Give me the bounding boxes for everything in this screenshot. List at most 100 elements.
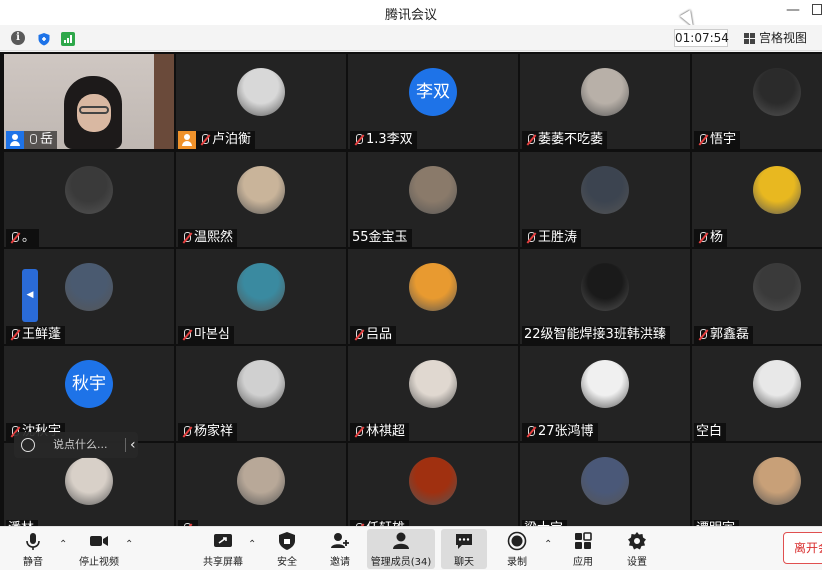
mute-button[interactable]: 静音 [14,529,52,569]
participant-tile[interactable]: 谭明宇 [692,443,822,526]
participant-tile[interactable] [176,443,346,526]
avatar [237,457,285,505]
participant-name: 温熙然 [194,230,234,245]
participant-tile[interactable]: 王胜涛 [520,152,690,247]
participant-name: 郭鑫磊 [710,327,750,342]
mic-muted-icon [181,425,193,439]
participant-tile[interactable]: 22级智能焊接3班韩洪臻 [520,249,690,344]
participant-tile[interactable]: 李双 1.3李双 [348,54,518,149]
share-screen-button[interactable]: 共享屏幕 [200,529,246,569]
avatar [65,263,113,311]
participant-name: 岳 [40,132,54,147]
microphone-icon [27,133,39,147]
manage-members-button[interactable]: 管理成员(34) [367,529,435,569]
window-title: 腾讯会议 [384,8,437,23]
participant-tile[interactable]: 秋宇沈秋宇 [4,346,174,441]
avatar [237,263,285,311]
settings-button[interactable]: 设置 [622,529,652,569]
participant-tile[interactable]: 杨 [692,152,822,247]
mic-muted-icon [525,133,537,147]
maximize-icon[interactable] [812,4,822,15]
mic-muted-icon [697,231,709,245]
avatar [581,360,629,408]
participant-name: 王胜涛 [538,230,578,245]
avatar: 李双 [409,68,457,116]
collapse-sidebar-handle[interactable]: ◀ [22,269,38,322]
chevron-up-icon[interactable]: ⌃ [248,539,256,550]
leave-meeting-button[interactable]: 离开会 [783,532,822,564]
participant-tile[interactable]: 。 [4,152,174,247]
participant-name: 杨家祥 [194,424,234,439]
participant-nameplate: 吕品 [350,326,397,344]
mic-muted-icon [353,328,365,342]
participant-tile[interactable]: 吕品 [348,249,518,344]
members-icon [391,531,411,551]
microphone-icon [23,531,43,551]
participant-tile[interactable]: 梁士宝 [520,443,690,526]
participant-name: 。 [22,230,36,245]
avatar [581,68,629,116]
shield-icon[interactable] [37,31,51,46]
stop-video-button[interactable]: 停止视频 [76,529,122,569]
gallery-view-button[interactable]: 宫格视图 [740,29,822,47]
participant-name: 王鲜蓬 [22,327,62,342]
minimize-icon[interactable]: — [786,2,800,18]
security-label: 安全 [277,557,297,568]
participant-tile[interactable]: 萎萎不吃萎 [520,54,690,149]
participant-tile[interactable]: 任轩雄 [348,443,518,526]
participant-tile[interactable]: 55金宝玉 [348,152,518,247]
participant-tile[interactable]: 27张鸿博 [520,346,690,441]
avatar [753,68,801,116]
apps-button[interactable]: 应用 [568,529,598,569]
participant-nameplate: 杨 [694,229,728,247]
info-icon[interactable]: i [11,31,25,45]
security-button[interactable]: 安全 [270,529,304,569]
security-shield-icon [277,531,297,551]
participant-name: 22级智能焊接3班韩洪臻 [524,327,666,342]
apps-label: 应用 [573,557,593,568]
signal-icon[interactable] [61,31,75,46]
participant-nameplate: 卢泊衡 [178,131,256,149]
participant-tile[interactable]: 杨家祥 [176,346,346,441]
participant-tile[interactable]: 空白 [692,346,822,441]
chat-label: 聊天 [454,557,474,568]
quick-chat-popup[interactable]: 说点什么... ‹ [14,432,138,458]
participant-tile[interactable]: 悟宇 [692,54,822,149]
participant-nameplate: 55金宝玉 [350,229,412,247]
chat-button[interactable]: 聊天 [441,529,487,569]
invite-button[interactable]: 邀请 [322,529,358,569]
apps-grid-icon [573,531,593,551]
mic-muted-icon [353,425,365,439]
participant-tile[interactable]: 林祺超 [348,346,518,441]
settings-label: 设置 [627,557,647,568]
mic-muted-icon [181,328,193,342]
bottom-toolbar: 静音 ⌃ 停止视频 ⌃ 共享屏幕 ⌃ 安全 邀请 管理成员(34) 聊天 录制 … [0,526,822,570]
chevron-left-icon[interactable]: ‹ [130,432,136,458]
participant-tile[interactable]: 郭鑫磊 [692,249,822,344]
participant-nameplate: 空白 [694,423,727,441]
participant-tile[interactable]: 卢泊衡 [176,54,346,149]
participant-tile[interactable]: 温熙然 [176,152,346,247]
participant-nameplate: 마본심 [178,326,234,344]
participant-name: 萎萎不吃萎 [538,132,604,147]
participant-tile[interactable]: 岳 [4,54,174,149]
mute-label: 静音 [23,557,43,568]
chevron-up-icon[interactable]: ⌃ [59,539,67,550]
record-button[interactable]: 录制 [502,529,532,569]
chat-bubble-icon [454,531,474,551]
chat-input-placeholder[interactable]: 说点什么... [53,432,108,458]
participant-nameplate: 。 [6,229,40,247]
mic-muted-icon [697,328,709,342]
participant-name: 마본심 [194,327,230,342]
participant-tile[interactable]: 마본심 [176,249,346,344]
chevron-up-icon[interactable]: ⌃ [544,539,552,550]
participant-name: 吕品 [366,327,393,342]
gear-icon [627,531,647,551]
participant-nameplate: 温熙然 [178,229,238,247]
mic-muted-icon [353,133,365,147]
avatar [409,360,457,408]
chevron-up-icon[interactable]: ⌃ [125,539,133,550]
mic-muted-icon [9,231,21,245]
emoji-icon[interactable] [21,438,35,452]
host-badge-icon [178,131,196,149]
